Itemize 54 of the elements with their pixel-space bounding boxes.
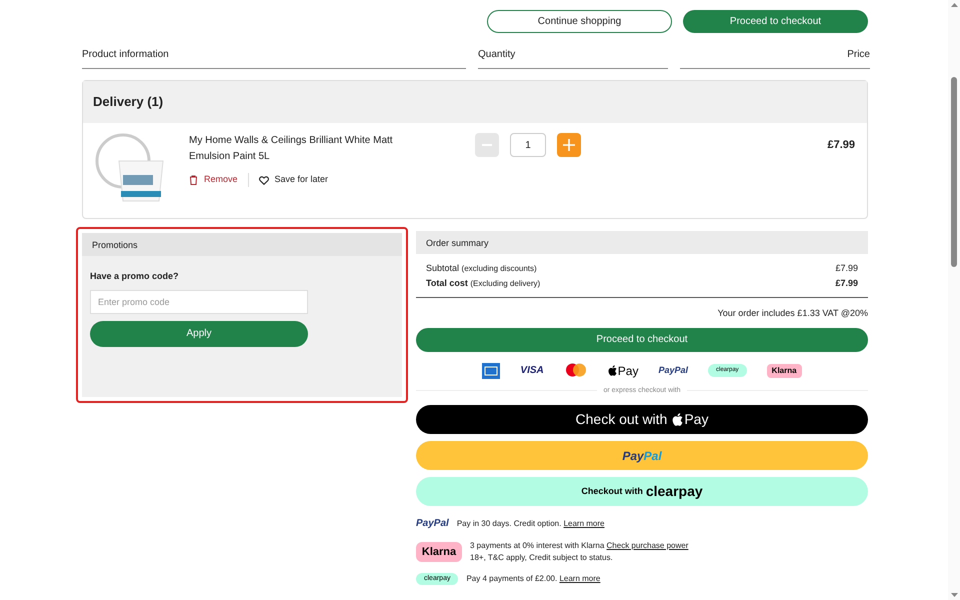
klarna-logo: Klarna	[416, 542, 462, 562]
apple-icon	[608, 365, 617, 376]
apply-button[interactable]: Apply	[90, 320, 308, 346]
plus-icon	[563, 139, 575, 151]
apple-pay-logo: Pay	[608, 362, 638, 380]
offer-link[interactable]: Learn more	[559, 574, 600, 583]
scrollbar[interactable]	[948, 0, 960, 600]
order-summary-title: Order summary	[426, 238, 489, 248]
quantity-field[interactable]: 1	[510, 133, 546, 157]
button-label: Check out with	[576, 410, 668, 429]
card-logo-icon	[482, 362, 500, 378]
offer-link[interactable]: Learn more	[564, 518, 604, 528]
clearpay-button[interactable]: Checkout with clearpay	[416, 477, 868, 506]
scroll-up-icon[interactable]	[950, 3, 958, 7]
offer-link[interactable]: Check purchase power	[606, 541, 688, 550]
apple-pay-logo: Pay	[672, 409, 708, 430]
scrollbar-thumb[interactable]	[951, 77, 957, 267]
scroll-down-icon[interactable]	[950, 593, 958, 597]
summary-value: £7.99	[835, 277, 858, 290]
paypal-logo: PayPal	[658, 364, 688, 377]
checkout-button[interactable]: Proceed to checkout	[683, 10, 868, 33]
item-price: £7.99	[827, 138, 856, 153]
continue-shopping-button[interactable]: Continue shopping	[487, 10, 672, 33]
save-for-later-button[interactable]: Save for later	[258, 173, 328, 187]
summary-label: Subtotal (excluding discounts)	[426, 262, 537, 275]
delivery-title: Delivery (1)	[93, 94, 164, 109]
summary-label: Total cost (Excluding delivery)	[426, 277, 540, 290]
heart-icon	[258, 176, 269, 184]
promotions-title: Promotions	[92, 240, 138, 250]
vat-note: Your order includes £1.33 VAT @20%	[718, 307, 868, 320]
overlapping-circles-icon	[564, 362, 588, 378]
apple-icon	[672, 413, 684, 426]
paypal-button[interactable]: PayPal	[416, 441, 868, 470]
summary-value: £7.99	[835, 262, 858, 275]
promo-code-label: Have a promo code?	[90, 270, 180, 283]
apple-pay-button[interactable]: Check out with Pay	[416, 405, 868, 434]
offer-subtext: 18+, T&C apply, Credit subject to status.	[470, 552, 614, 564]
offer-text: Pay in 30 days. Credit option. Learn more	[456, 518, 604, 530]
column-header: Product information	[82, 47, 466, 69]
offer-text: 3 payments at 0% interest with Klarna Check purchase power	[470, 540, 688, 552]
trash-icon	[189, 175, 198, 185]
offer-text: Pay 4 payments of £2.00. Learn more	[466, 573, 600, 585]
promo-code-field[interactable]: Enter promo code	[90, 290, 308, 314]
remove-button[interactable]: Remove	[189, 173, 248, 187]
paypal-logo: PayPal	[416, 517, 449, 531]
button-label: Checkout with	[581, 484, 643, 498]
product-name: My Home Walls & Ceilings Brilliant White Matt Emulsion Paint 5L	[189, 134, 394, 164]
column-header: Price	[680, 47, 870, 69]
checkout-button[interactable]: Proceed to checkout	[416, 328, 868, 352]
clearpay-logo: clearpay	[646, 482, 703, 501]
klarna-logo: Klarna	[766, 364, 802, 378]
visa-logo: VISA	[520, 364, 544, 378]
column-header: Quantity	[478, 47, 668, 69]
increase-button[interactable]	[557, 133, 581, 157]
